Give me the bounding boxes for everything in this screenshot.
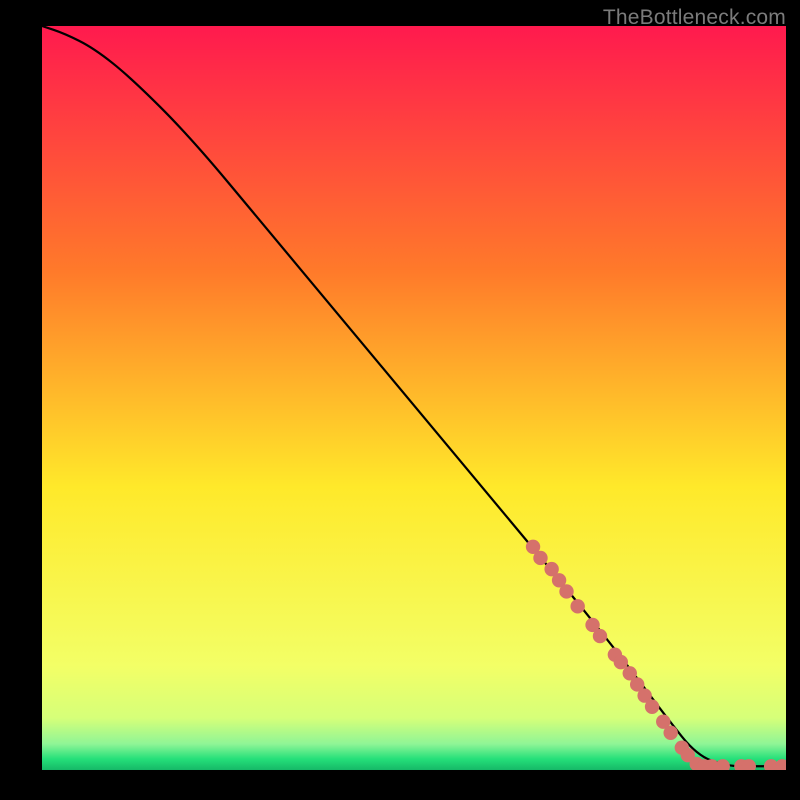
chart-plot [42,26,786,770]
data-marker [533,551,547,565]
data-marker [645,700,659,714]
chart-frame [42,26,786,770]
data-marker [570,599,584,613]
data-marker [559,584,573,598]
gradient-background [42,26,786,770]
data-marker [663,726,677,740]
data-marker [593,629,607,643]
data-marker [614,655,628,669]
